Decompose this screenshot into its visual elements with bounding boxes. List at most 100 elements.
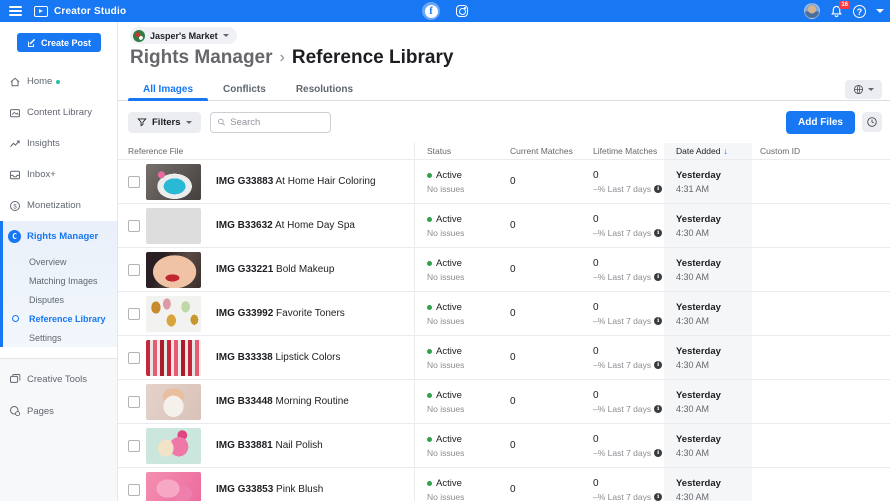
sidebar-item-insights[interactable]: Insights: [0, 128, 117, 159]
user-avatar[interactable]: [804, 3, 820, 19]
row-select-checkbox[interactable]: [128, 352, 140, 364]
reference-file-name[interactable]: IMG G33221 Bold Makeup: [216, 264, 334, 275]
sidebar-item-home[interactable]: Home: [0, 66, 117, 97]
market-caret-icon: [868, 88, 874, 91]
pages-icon: [8, 405, 21, 418]
breadcrumb-parent[interactable]: Rights Manager: [130, 47, 273, 69]
sidebar-item-monetization[interactable]: $ Monetization: [0, 190, 117, 221]
active-status-icon: [427, 217, 432, 222]
sidebar-item-inbox[interactable]: Inbox+: [0, 159, 117, 190]
add-files-button[interactable]: Add Files: [786, 111, 855, 134]
lifetime-matches-cell: 0 –% Last 7 daysi: [581, 248, 664, 291]
sidebar-nav: Home Content Library Insights Inbox+: [0, 66, 117, 347]
breadcrumb-separator: ›: [280, 49, 285, 67]
row-thumbnail: [146, 340, 201, 376]
tab-conflicts[interactable]: Conflicts: [208, 78, 281, 100]
reference-file-name[interactable]: IMG B33632 At Home Day Spa: [216, 220, 355, 231]
sidebar-item-content-library[interactable]: Content Library: [0, 97, 117, 128]
filters-button[interactable]: Filters: [128, 112, 201, 133]
row-select-checkbox[interactable]: [128, 484, 140, 496]
reference-file-name[interactable]: IMG G33853 Pink Blush: [216, 484, 323, 495]
table-header: Reference File Status Current Matches Li…: [118, 143, 890, 159]
sidebar-subitem-settings[interactable]: Settings: [3, 328, 117, 347]
market-selector-button[interactable]: [845, 80, 882, 99]
row-select-checkbox[interactable]: [128, 176, 140, 188]
info-icon[interactable]: i: [654, 273, 662, 281]
sidebar-item-rights-manager[interactable]: C Rights Manager: [3, 221, 117, 252]
info-icon[interactable]: i: [654, 405, 662, 413]
row-select-checkbox[interactable]: [128, 308, 140, 320]
active-status-icon: [427, 437, 432, 442]
column-header-current-matches[interactable]: Current Matches: [498, 143, 581, 159]
account-switcher[interactable]: Jasper's Market: [130, 27, 237, 44]
reference-file-name[interactable]: IMG G33883 At Home Hair Coloring: [216, 176, 376, 187]
sidebar-item-creative-tools[interactable]: Creative Tools: [0, 363, 117, 395]
create-post-button[interactable]: Create Post: [17, 33, 101, 52]
table-row[interactable]: IMG G33883 At Home Hair Coloring Active …: [118, 159, 890, 203]
reference-file-name[interactable]: IMG B33448 Morning Routine: [216, 396, 349, 407]
row-thumbnail: [146, 208, 201, 244]
active-status-icon: [427, 261, 432, 266]
top-bar: Creator Studio f 16 ?: [0, 0, 890, 22]
table-row[interactable]: IMG G33221 Bold Makeup Active No issues …: [118, 247, 890, 291]
compose-icon: [27, 38, 37, 48]
history-button[interactable]: [862, 112, 882, 132]
column-header-reference-file[interactable]: Reference File: [118, 143, 415, 159]
row-select-checkbox[interactable]: [128, 396, 140, 408]
info-icon[interactable]: i: [654, 229, 662, 237]
column-header-date-added[interactable]: Date Added ↓: [664, 143, 752, 159]
tab-all-images[interactable]: All Images: [128, 78, 208, 100]
main-content: Jasper's Market Rights Manager › Referen…: [118, 22, 890, 501]
table-row[interactable]: IMG G33992 Favorite Toners Active No iss…: [118, 291, 890, 335]
facebook-platform-icon[interactable]: f: [422, 2, 440, 20]
info-icon[interactable]: i: [654, 493, 662, 501]
current-matches-cell: 0: [498, 336, 581, 379]
row-select-checkbox[interactable]: [128, 220, 140, 232]
reference-file-name[interactable]: IMG B33881 Nail Polish: [216, 440, 323, 451]
info-icon[interactable]: i: [654, 317, 662, 325]
menu-icon[interactable]: [0, 0, 30, 22]
app-title: Creator Studio: [54, 6, 126, 17]
table-row[interactable]: IMG B33448 Morning Routine Active No iss…: [118, 379, 890, 423]
help-button[interactable]: ?: [853, 5, 866, 18]
row-select-checkbox[interactable]: [128, 264, 140, 276]
sidebar-subitem-disputes[interactable]: Disputes: [3, 290, 117, 309]
column-header-lifetime-matches[interactable]: Lifetime Matches: [581, 143, 664, 159]
status-cell: Active No issues: [415, 468, 498, 501]
search-input[interactable]: [230, 117, 323, 128]
table-row[interactable]: IMG B33881 Nail Polish Active No issues …: [118, 423, 890, 467]
status-cell: Active No issues: [415, 292, 498, 335]
date-added-cell: Yesterday 4:30 AM: [664, 292, 752, 335]
info-icon[interactable]: i: [654, 185, 662, 193]
info-icon[interactable]: i: [654, 449, 662, 457]
page-title: Reference Library: [292, 47, 454, 69]
date-added-cell: Yesterday 4:30 AM: [664, 336, 752, 379]
tab-resolutions[interactable]: Resolutions: [281, 78, 368, 100]
custom-id-cell: [752, 424, 890, 467]
sidebar-subitem-reference-library[interactable]: Reference Library: [3, 309, 117, 328]
home-icon: [8, 75, 21, 88]
inbox-icon: [8, 168, 21, 181]
creative-tools-icon: [8, 373, 21, 386]
instagram-platform-icon[interactable]: [456, 5, 468, 17]
column-header-custom-id[interactable]: Custom ID: [752, 143, 890, 159]
column-header-status[interactable]: Status: [415, 143, 498, 159]
reference-file-name[interactable]: IMG G33992 Favorite Toners: [216, 308, 345, 319]
status-cell: Active No issues: [415, 248, 498, 291]
table-row[interactable]: IMG B33338 Lipstick Colors Active No iss…: [118, 335, 890, 379]
sidebar-item-pages[interactable]: Pages: [0, 395, 117, 427]
lifetime-matches-cell: 0 –% Last 7 daysi: [581, 380, 664, 423]
table-row[interactable]: IMG G33853 Pink Blush Active No issues 0…: [118, 467, 890, 501]
svg-text:$: $: [13, 204, 17, 210]
sidebar-subitem-matching-images[interactable]: Matching Images: [3, 271, 117, 290]
table-row[interactable]: IMG B33632 At Home Day Spa Active No iss…: [118, 203, 890, 247]
row-select-checkbox[interactable]: [128, 440, 140, 452]
notifications-button[interactable]: 16: [830, 5, 843, 18]
lifetime-matches-cell: 0 –% Last 7 daysi: [581, 468, 664, 501]
lifetime-matches-cell: 0 –% Last 7 daysi: [581, 160, 664, 203]
info-icon[interactable]: i: [654, 361, 662, 369]
reference-file-name[interactable]: IMG B33338 Lipstick Colors: [216, 352, 341, 363]
sidebar-subitem-overview[interactable]: Overview: [3, 252, 117, 271]
account-menu-caret-icon[interactable]: [876, 9, 884, 13]
status-cell: Active No issues: [415, 380, 498, 423]
